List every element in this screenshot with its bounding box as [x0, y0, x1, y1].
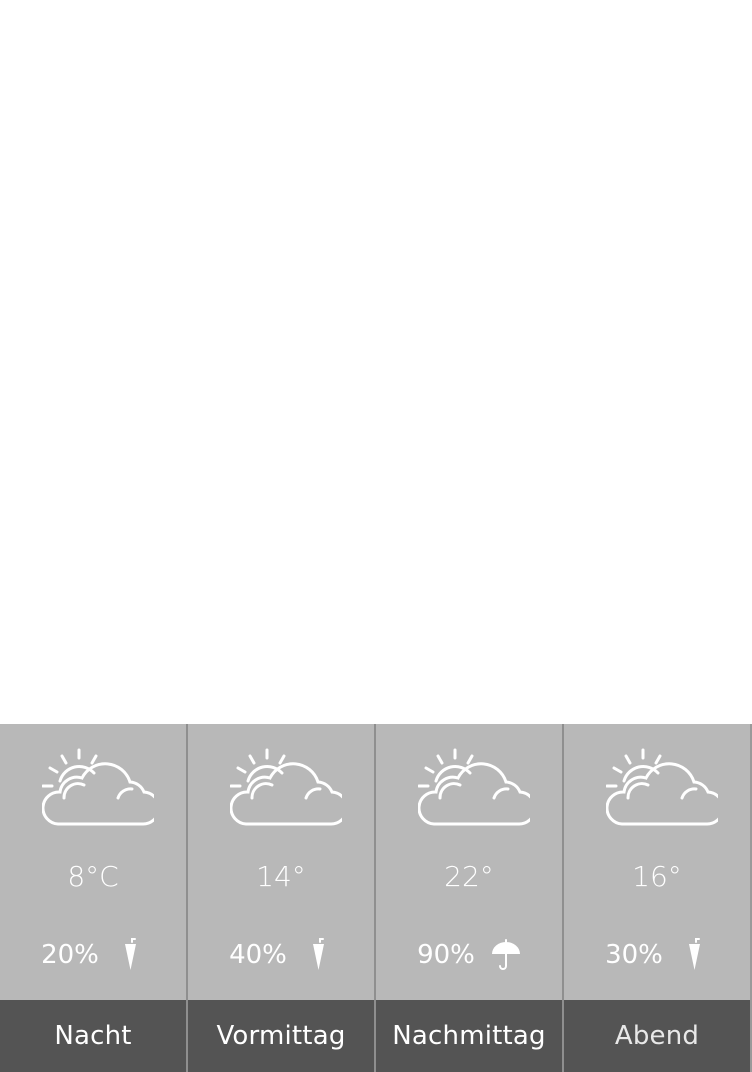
period-label: Vormittag	[188, 1000, 374, 1072]
forecast-period-nachmittag[interactable]: 22° 90% Nachmittag	[376, 724, 564, 1072]
forecast-period-abend[interactable]: 16° 30% Abend	[564, 724, 752, 1072]
forecast-period-vormittag[interactable]: 14° 40% Vormittag	[188, 724, 376, 1072]
precipitation-value: 20%	[41, 940, 99, 970]
temperature-value: 16°	[632, 860, 682, 893]
precipitation-value: 40%	[229, 940, 287, 970]
precipitation-value: 30%	[605, 940, 663, 970]
period-label: Nachmittag	[376, 1000, 562, 1072]
precipitation-row: 30%	[564, 938, 750, 972]
temperature-value: 14°	[256, 860, 306, 893]
period-label: Nacht	[0, 1000, 186, 1072]
closed-umbrella-icon	[312, 938, 324, 970]
open-umbrella-icon	[491, 939, 520, 970]
precipitation-row: 20%	[0, 938, 186, 972]
forecast-period-nacht[interactable]: 8°C 20% Nacht	[0, 724, 188, 1072]
precipitation-value: 90%	[417, 940, 475, 970]
forecast-strip: 8°C 20% Nacht 14° 40% Vormittag 22° 90% …	[0, 724, 752, 1072]
partly-cloudy-icon	[230, 748, 342, 826]
partly-cloudy-icon	[42, 748, 154, 826]
period-details: 22° 90%	[376, 724, 562, 1000]
partly-cloudy-icon	[418, 748, 530, 826]
period-details: 14° 40%	[188, 724, 374, 1000]
period-details: 8°C 20%	[0, 724, 186, 1000]
period-details: 16° 30%	[564, 724, 750, 1000]
closed-umbrella-icon	[688, 938, 700, 970]
partly-cloudy-icon	[606, 748, 718, 826]
precipitation-row: 40%	[188, 938, 374, 972]
temperature-value: 22°	[444, 860, 494, 893]
precipitation-row: 90%	[376, 938, 562, 972]
period-label: Abend	[564, 1000, 750, 1072]
temperature-value: 8°C	[67, 860, 119, 893]
closed-umbrella-icon	[124, 938, 136, 970]
weather-screen: 8°C 20% Nacht 14° 40% Vormittag 22° 90% …	[0, 0, 752, 1072]
